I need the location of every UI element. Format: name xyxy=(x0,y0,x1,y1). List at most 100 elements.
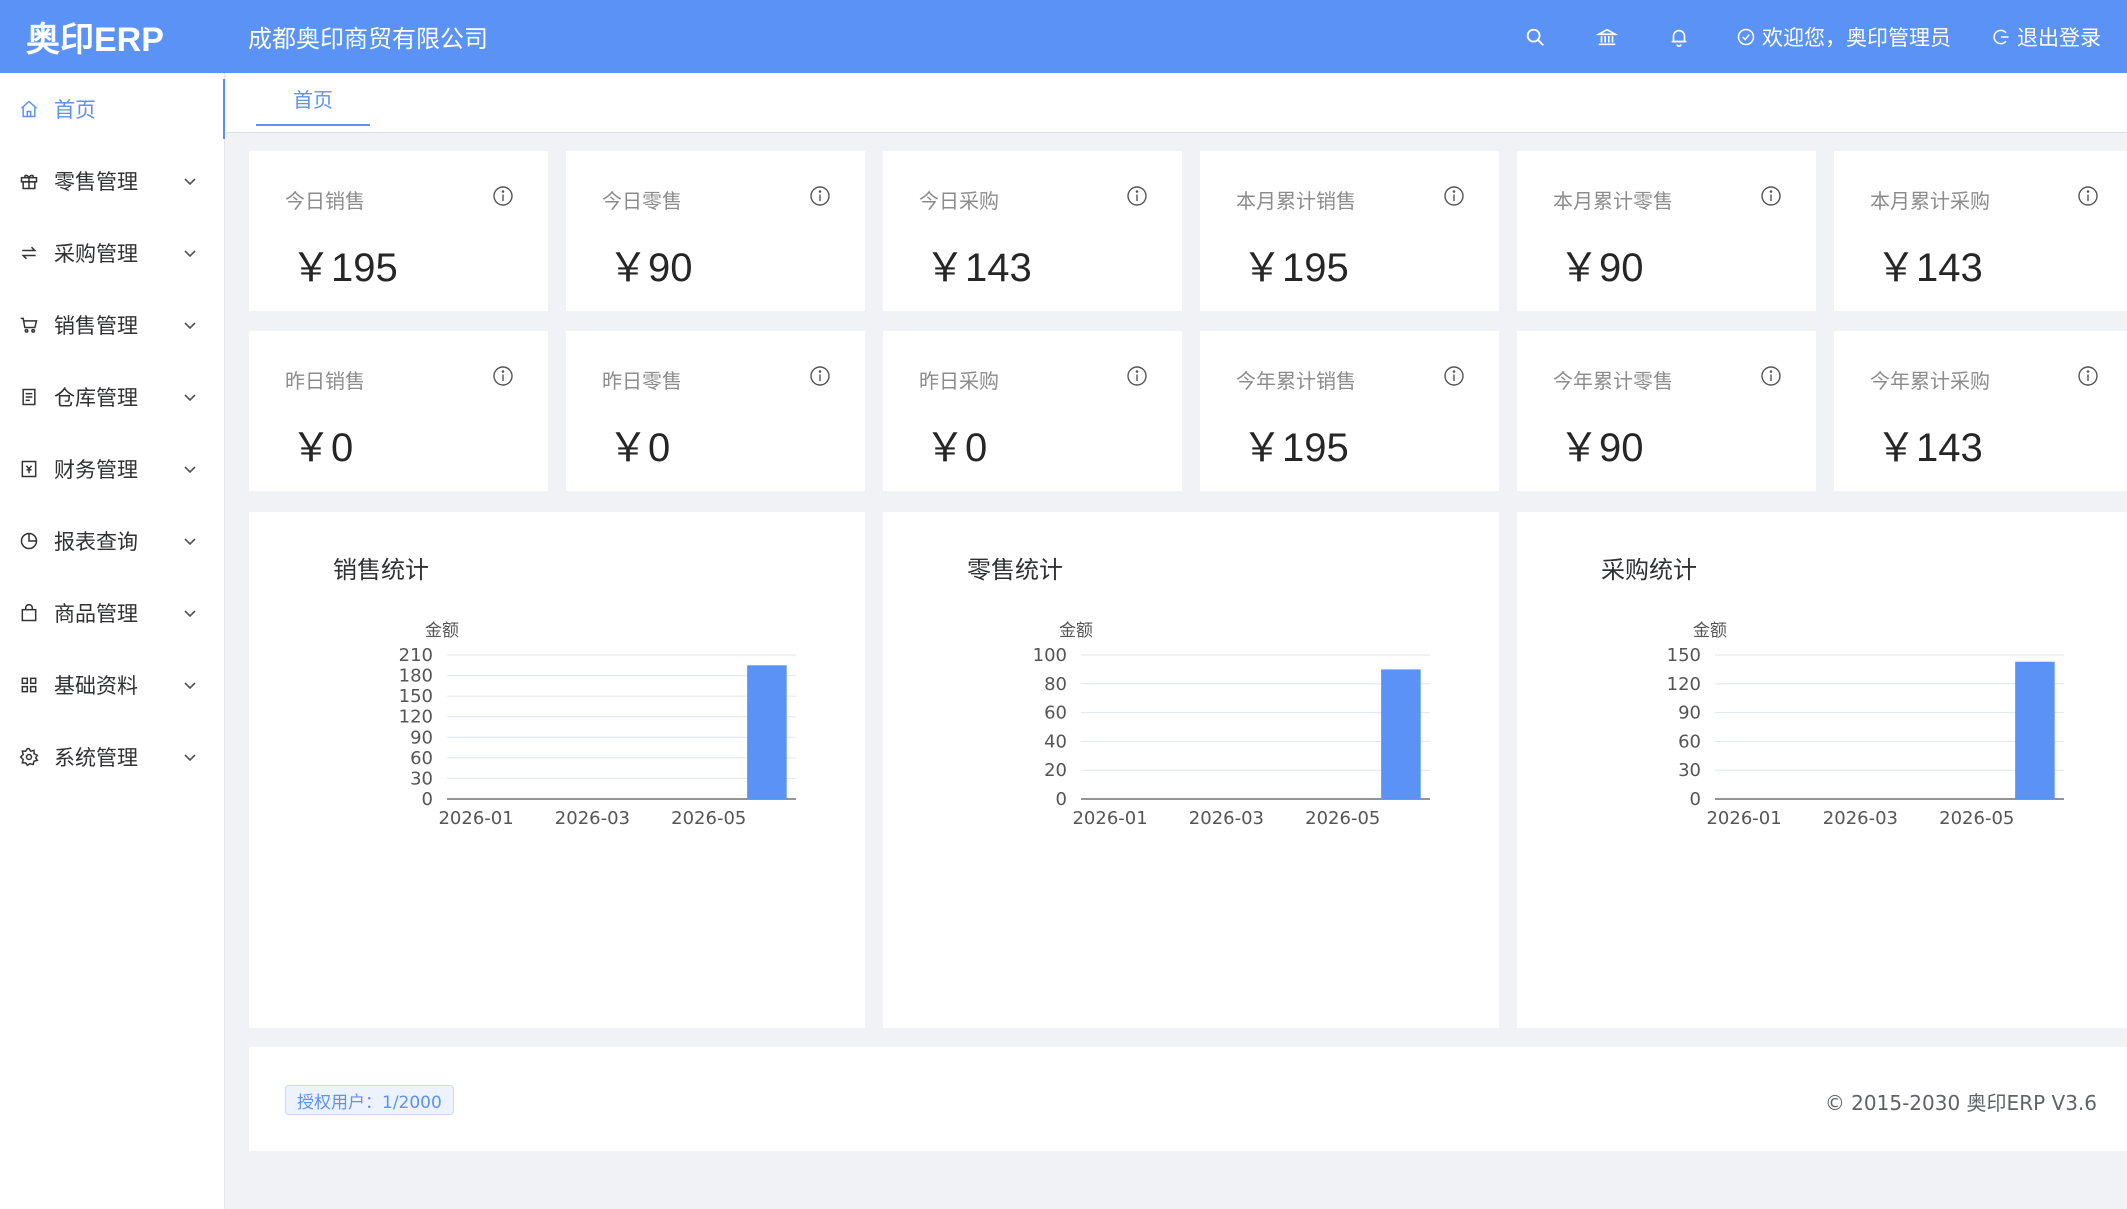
tab-home[interactable]: 首页 xyxy=(256,73,370,126)
y-tick-label: 0 xyxy=(1690,789,1701,810)
welcome-text: 欢迎您，奥印管理员 xyxy=(1762,25,1951,50)
check-circle-icon xyxy=(1737,28,1755,45)
sidebar-item-sales[interactable]: 销售管理 xyxy=(0,289,224,361)
swap-icon xyxy=(18,242,40,264)
stat-card: 今日采购 ￥143 xyxy=(883,151,1182,311)
sidebar-item-label: 商品管理 xyxy=(54,602,138,626)
footer: 授权用户：1/2000 © 2015-2030 奥印ERP V3.6 xyxy=(249,1047,2127,1151)
y-tick-label: 80 xyxy=(1044,674,1067,695)
stat-label: 今年累计零售 xyxy=(1553,369,1673,393)
y-tick-label: 180 xyxy=(399,666,433,687)
sidebar-menu: 首页 零售管理 采购管理 销售管理 仓库管理 财务管理 报表查询 商品管理 基础… xyxy=(0,73,225,1209)
chevron-down-icon xyxy=(184,610,196,618)
finance-icon xyxy=(18,458,40,480)
sidebar-item-retail[interactable]: 零售管理 xyxy=(0,145,224,217)
y-tick-label: 60 xyxy=(1044,703,1067,724)
search-icon[interactable] xyxy=(1520,22,1550,52)
chevron-down-icon xyxy=(184,250,196,258)
bank-icon[interactable] xyxy=(1592,22,1622,52)
y-tick-label: 30 xyxy=(1678,760,1701,781)
stat-card: 本月累计采购 ￥143 xyxy=(1834,151,2127,311)
y-tick-label: 120 xyxy=(1667,674,1701,695)
info-icon[interactable] xyxy=(809,365,831,387)
app-logo[interactable]: 奥印ERP xyxy=(0,0,223,73)
retail-bar-chart: 金额 0 20 40 60 80 100 2026-01 2026-03 2026-05 xyxy=(1033,621,1430,829)
bell-icon[interactable] xyxy=(1664,22,1694,52)
logout-icon xyxy=(1993,29,2009,44)
stat-card: 今年累计销售 ￥195 xyxy=(1200,331,1499,491)
info-icon[interactable] xyxy=(2077,365,2099,387)
info-icon[interactable] xyxy=(1443,185,1465,207)
stat-label: 今年累计采购 xyxy=(1870,369,1990,393)
chevron-down-icon xyxy=(184,682,196,690)
sidebar-item-label: 仓库管理 xyxy=(54,386,138,410)
sidebar-item-label: 系统管理 xyxy=(54,746,138,770)
x-tick-label: 2026-01 xyxy=(1706,808,1781,829)
info-icon[interactable] xyxy=(1443,365,1465,387)
y-tick-label: 20 xyxy=(1044,760,1067,781)
info-icon[interactable] xyxy=(1126,365,1148,387)
stat-label: 昨日零售 xyxy=(602,369,682,393)
y-tick-label: 90 xyxy=(1678,703,1701,724)
info-icon[interactable] xyxy=(1760,185,1782,207)
stat-card: 今年累计采购 ￥143 xyxy=(1834,331,2127,491)
sidebar-item-label: 财务管理 xyxy=(54,458,138,482)
sidebar-item-basic-data[interactable]: 基础资料 xyxy=(0,649,224,721)
stat-value: ￥143 xyxy=(1876,246,1983,290)
stat-value: ￥90 xyxy=(1559,246,1644,290)
sidebar-item-finance[interactable]: 财务管理 xyxy=(0,433,224,505)
document-icon xyxy=(18,386,40,408)
logout-button[interactable]: 退出登录 xyxy=(1991,22,2101,52)
bar xyxy=(747,665,787,799)
stat-label: 今日销售 xyxy=(285,189,365,213)
sidebar-item-label: 采购管理 xyxy=(54,242,138,266)
license-badge: 授权用户：1/2000 xyxy=(285,1085,454,1115)
x-tick-label: 2026-03 xyxy=(1189,808,1264,829)
chevron-down-icon xyxy=(184,322,196,330)
y-tick-label: 150 xyxy=(1667,645,1701,666)
chevron-down-icon xyxy=(184,178,196,186)
sidebar-item-reports[interactable]: 报表查询 xyxy=(0,505,224,577)
bar xyxy=(1381,669,1421,799)
x-tick-label: 2026-03 xyxy=(1823,808,1898,829)
info-icon[interactable] xyxy=(492,185,514,207)
stat-label: 本月累计采购 xyxy=(1870,189,1990,213)
stat-value: ￥90 xyxy=(1559,426,1644,470)
x-tick-label: 2026-05 xyxy=(1939,808,2014,829)
sidebar-item-warehouse[interactable]: 仓库管理 xyxy=(0,361,224,433)
chevron-down-icon xyxy=(184,754,196,762)
stat-card: 今日销售 ￥195 xyxy=(249,151,548,311)
sidebar-item-home[interactable]: 首页 xyxy=(0,73,225,145)
stat-card: 今日零售 ￥90 xyxy=(566,151,865,311)
x-tick-label: 2026-01 xyxy=(1072,808,1147,829)
info-icon[interactable] xyxy=(809,185,831,207)
sidebar-item-products[interactable]: 商品管理 xyxy=(0,577,224,649)
stat-card: 昨日销售 ￥0 xyxy=(249,331,548,491)
stat-label: 昨日销售 xyxy=(285,369,365,393)
chevron-down-icon xyxy=(184,466,196,474)
header-actions: 欢迎您，奥印管理员 退出登录 xyxy=(1520,0,2127,73)
tab-bar: 首页 xyxy=(226,73,2127,133)
cart-icon xyxy=(18,314,40,336)
retail-chart-panel: 零售统计 金额 0 20 40 60 80 100 2026-01 2026-03 2026-05 xyxy=(883,512,1499,1028)
company-name: 成都奥印商贸有限公司 xyxy=(248,25,488,53)
stat-card: 今年累计零售 ￥90 xyxy=(1517,331,1816,491)
info-icon[interactable] xyxy=(492,365,514,387)
info-icon[interactable] xyxy=(2077,185,2099,207)
user-welcome[interactable]: 欢迎您，奥印管理员 xyxy=(1736,22,1951,52)
info-icon[interactable] xyxy=(1126,185,1148,207)
stat-value: ￥0 xyxy=(925,426,988,470)
stat-value: ￥143 xyxy=(1876,426,1983,470)
sidebar-item-label: 零售管理 xyxy=(54,170,138,194)
stat-card: 昨日零售 ￥0 xyxy=(566,331,865,491)
sidebar-item-label: 报表查询 xyxy=(54,530,138,554)
y-axis-label: 金额 xyxy=(1059,621,1093,641)
y-tick-label: 120 xyxy=(399,707,433,728)
top-header: 奥印ERP 成都奥印商贸有限公司 欢迎您，奥印管理员 退出登录 xyxy=(0,0,2127,73)
info-icon[interactable] xyxy=(1760,365,1782,387)
sidebar-item-purchase[interactable]: 采购管理 xyxy=(0,217,224,289)
sidebar-item-system[interactable]: 系统管理 xyxy=(0,721,224,793)
gear-icon xyxy=(18,746,40,768)
sales-bar-chart: 金额 0306090120150180210 2026-01 2026-03 2026-… xyxy=(399,621,796,829)
x-tick-label: 2026-05 xyxy=(1305,808,1380,829)
